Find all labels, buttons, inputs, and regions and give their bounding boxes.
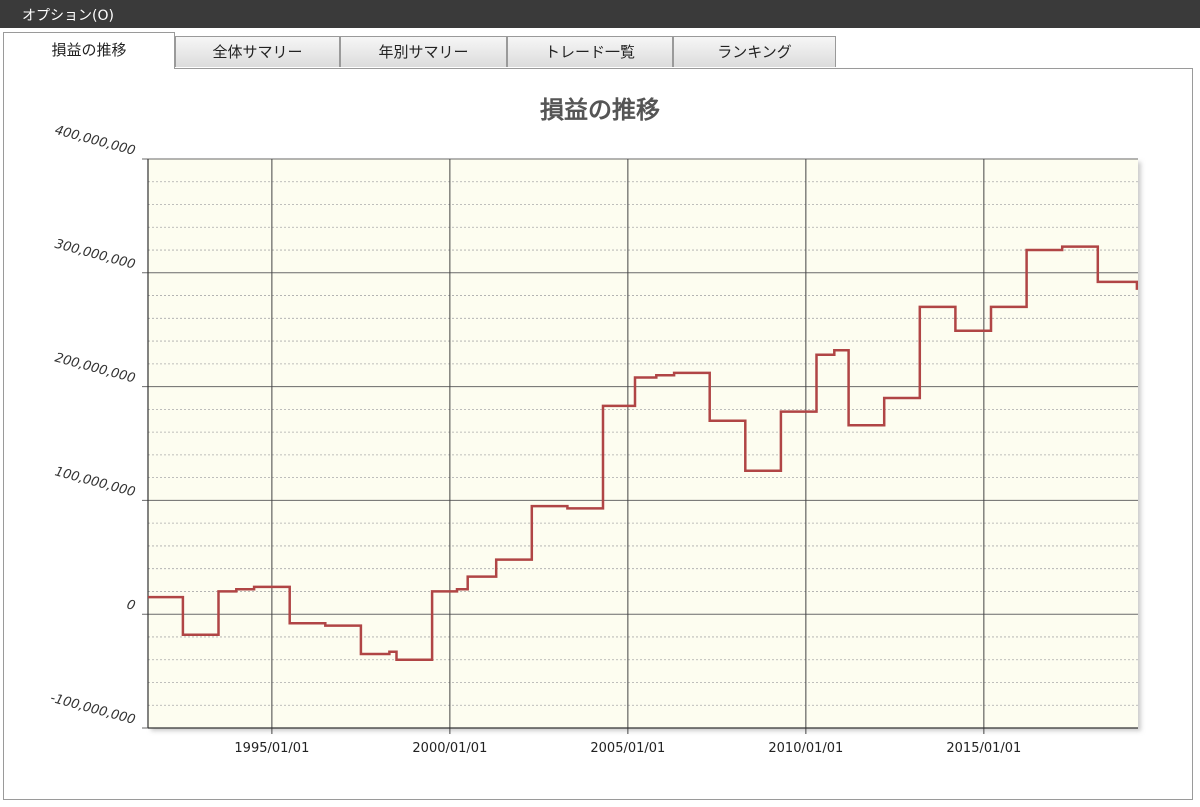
tab-profit-trend[interactable]: 損益の推移 (3, 32, 175, 69)
x-tick-label: 2005/01/01 (590, 741, 665, 756)
y-tick-label: 300,000,000 (53, 237, 137, 273)
plot-area (148, 159, 1138, 728)
profit-chart: 損益の推移 -100,000,000 0 100,000,000 200,000,00… (49, 96, 1138, 756)
y-tick-label: 0 (125, 597, 137, 614)
y-tick-label: 200,000,000 (53, 351, 137, 387)
x-tick-label: 2015/01/01 (946, 741, 1021, 756)
x-tick-label: 1995/01/01 (234, 741, 309, 756)
y-tick-label: -100,000,000 (49, 691, 137, 728)
x-tick-label: 2000/01/01 (412, 741, 487, 756)
chart-title: 損益の推移 (540, 96, 660, 124)
x-tick-label: 2010/01/01 (768, 741, 843, 756)
y-tick-label: 400,000,000 (53, 123, 137, 159)
y-tick-label: 100,000,000 (53, 464, 137, 500)
